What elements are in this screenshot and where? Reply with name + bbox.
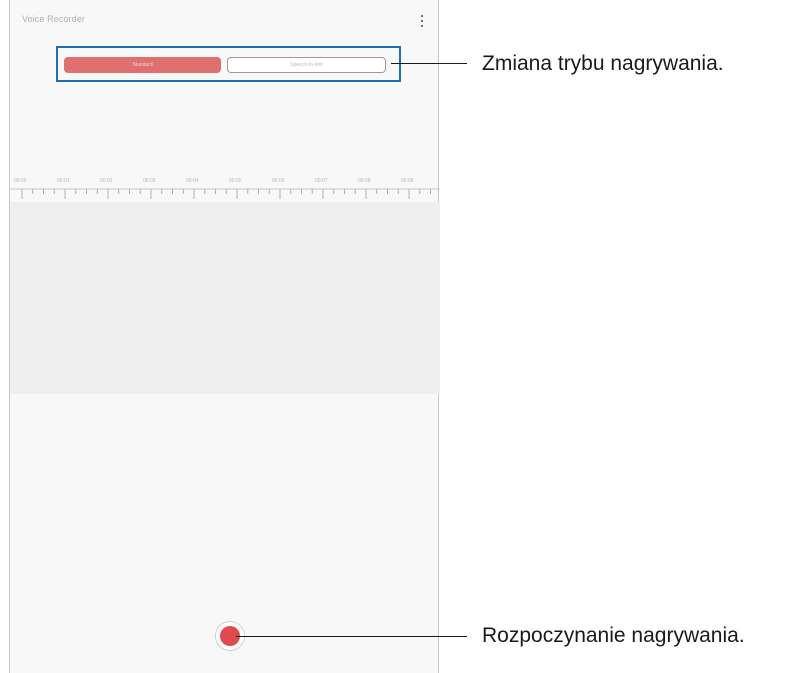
- time-label: 00:09: [401, 178, 414, 184]
- callout-mode-change: Zmiana trybu nagrywania.: [482, 52, 724, 75]
- time-label: 00:00: [14, 178, 27, 184]
- more-options-icon[interactable]: [418, 15, 426, 27]
- time-label: 00:08: [358, 178, 371, 184]
- timeline-ruler: [10, 188, 440, 199]
- waveform-area: [10, 202, 440, 394]
- time-label: 00:05: [229, 178, 242, 184]
- callout-line-record: [236, 636, 467, 637]
- phone-screen: Voice Recorder Standard Speech-to-text 0…: [9, 0, 440, 673]
- time-label: 00:06: [272, 178, 285, 184]
- time-label: 00:01: [57, 178, 70, 184]
- time-label: 00:04: [186, 178, 199, 184]
- mode-tab-standard[interactable]: Standard: [64, 57, 221, 73]
- time-label: 00:03: [143, 178, 156, 184]
- time-label: 00:02: [100, 178, 113, 184]
- recording-mode-tabs: Standard Speech-to-text: [64, 57, 386, 73]
- app-title: Voice Recorder: [22, 14, 85, 24]
- timeline-labels: 00:00 00:01 00:02 00:03 00:04 00:05 00:0…: [10, 178, 440, 188]
- mode-tab-speech-to-text[interactable]: Speech-to-text: [227, 57, 386, 73]
- callout-start-recording: Rozpoczynanie nagrywania.: [482, 624, 745, 647]
- time-label: 00:07: [315, 178, 328, 184]
- callout-line-mode: [391, 63, 467, 64]
